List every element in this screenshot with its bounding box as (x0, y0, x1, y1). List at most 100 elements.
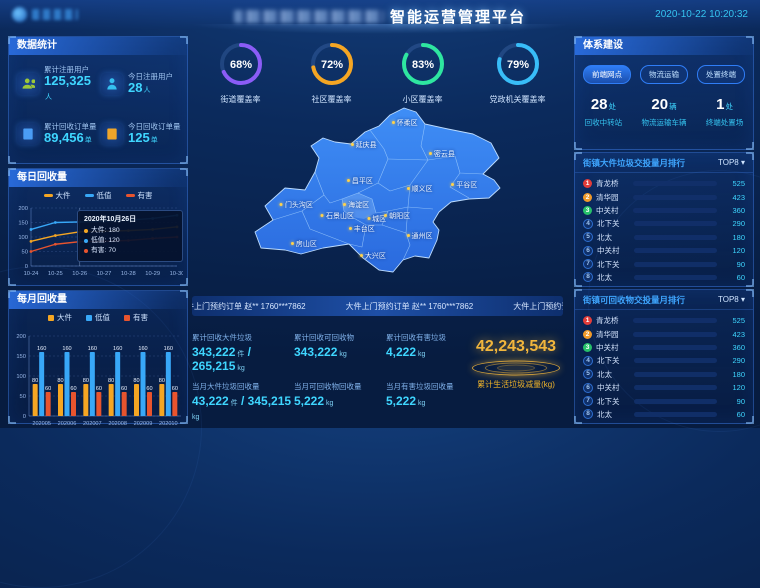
rank-row-2: 2清华园423 (583, 327, 745, 340)
recyclable-ranking-top-select[interactable]: TOP8 ▾ (718, 295, 745, 304)
summary-label: 累计回收大件垃圾 (192, 332, 294, 343)
svg-text:80: 80 (159, 378, 165, 384)
rank-bar-track (634, 412, 717, 417)
gauge-ring: 72% (308, 40, 356, 88)
district-label-延庆县[interactable]: 延庆县 (351, 140, 377, 150)
daily-chart-tooltip: 2020年10月26日大件: 180低值: 120有害: 70 (77, 210, 183, 262)
rank-name: 清华园 (596, 192, 629, 203)
district-dot (451, 183, 454, 186)
district-dot (384, 214, 387, 217)
rank-badge: 4 (583, 356, 593, 366)
rank-badge: 4 (583, 219, 593, 229)
svg-text:200: 200 (18, 206, 28, 212)
daily-recycle-title: 每日回收量 (9, 169, 187, 187)
rank-name: 北太 (597, 369, 630, 380)
daily-line-chart: 05010015020010-2410-2510-2610-2710-2810-… (11, 202, 185, 287)
district-label-朝阳区[interactable]: 朝阳区 (384, 211, 410, 221)
district-label-密云县[interactable]: 密云县 (429, 149, 455, 159)
rank-name: 北下关 (597, 396, 630, 407)
rank-row-8: 8北太60 (583, 271, 745, 284)
district-dot (347, 179, 350, 182)
legend-item-大件[interactable]: 大件 (44, 190, 71, 201)
system-stat-label: 回收中转站 (585, 117, 623, 128)
rank-value: 290 (721, 219, 745, 228)
legend-item-有害[interactable]: 有害 (126, 190, 153, 201)
rank-value: 60 (721, 273, 745, 282)
top-header: 智能运营管理平台 2020-10-22 10:20:32 (0, 0, 760, 30)
rank-bar-track (633, 345, 717, 350)
system-stat-1: 20辆物流运输车辆 (641, 96, 686, 128)
svg-text:60: 60 (70, 386, 76, 392)
rank-bar-track (634, 262, 717, 267)
district-label-平谷区[interactable]: 平谷区 (451, 180, 477, 190)
district-label-通州区[interactable]: 通州区 (407, 231, 433, 241)
summary-label: 当月可回收物回收量 (294, 381, 386, 392)
recyclable-ranking-panel: 街镇可回收物交投量月排行 TOP8 ▾ 1青龙桥5252清华园4233中关村36… (574, 289, 754, 424)
district-dot (321, 214, 324, 217)
legend-label: 低值 (95, 312, 110, 323)
district-label-昌平区[interactable]: 昌平区 (347, 176, 373, 186)
rank-bar-track (633, 195, 717, 200)
system-stat-label: 终端处置场 (706, 117, 744, 128)
summary-unit2: kg (235, 365, 244, 372)
summary-value2: 345,215 (248, 394, 291, 408)
legend-label: 大件 (56, 190, 71, 201)
rank-row-7: 7北下关90 (583, 394, 745, 407)
rank-badge: 8 (583, 272, 593, 282)
gauge-2: 83%小区覆盖率 (399, 40, 447, 105)
stat-card-3: 今日回收订单量125单 (101, 113, 181, 155)
summary-value: 5,222 kg (386, 394, 468, 408)
svg-text:10-25: 10-25 (48, 271, 63, 277)
svg-text:160: 160 (37, 346, 46, 352)
rank-badge: 1 (583, 179, 592, 188)
summary-sep: / (244, 345, 251, 359)
rank-row-8: 8北太60 (583, 408, 745, 421)
monthly-bar-chart: 0501001502008016060202005801606020200680… (11, 324, 185, 435)
svg-text:160: 160 (62, 346, 71, 352)
svg-text:202006: 202006 (58, 421, 77, 427)
rank-bar-track (633, 318, 717, 323)
legend-item-大件[interactable]: 大件 (48, 312, 72, 323)
district-name: 密云县 (434, 151, 455, 158)
system-tab-前端网点[interactable]: 前端网点 (583, 65, 631, 84)
svg-text:202009: 202009 (134, 421, 153, 427)
system-tab-物流运输[interactable]: 物流运输 (640, 65, 688, 84)
district-name: 昌平区 (352, 178, 373, 185)
system-tab-处置终端[interactable]: 处置终端 (697, 65, 745, 84)
svg-text:202008: 202008 (108, 421, 127, 427)
summary-sep: / (238, 394, 248, 408)
rank-badge: 6 (583, 383, 593, 393)
gauge-3: 79%党政机关覆盖率 (490, 40, 546, 105)
district-label-房山区[interactable]: 房山区 (291, 239, 317, 249)
district-label-顺义区[interactable]: 顺义区 (407, 184, 433, 194)
rank-row-3: 3中关村360 (583, 204, 745, 217)
legend-item-低值[interactable]: 低值 (85, 190, 112, 201)
svg-text:150: 150 (18, 221, 28, 227)
district-label-石景山区[interactable]: 石景山区 (321, 211, 354, 221)
bulky-ranking-title: 街镇大件垃圾交投量月排行 (583, 157, 685, 169)
legend-item-低值[interactable]: 低值 (86, 312, 110, 323)
monthly-recycle-title: 每月回收量 (9, 291, 187, 309)
bulky-ranking-top-select[interactable]: TOP8 ▾ (718, 158, 745, 167)
rank-row-3: 3中关村360 (583, 341, 745, 354)
summary-cell-0: 累计回收大件垃圾343,222 件 / 265,215 kg (192, 326, 294, 375)
legend-item-有害[interactable]: 有害 (124, 312, 148, 323)
district-label-大兴区[interactable]: 大兴区 (360, 251, 386, 261)
stat-unit: 单 (85, 137, 92, 144)
district-label-怀柔区[interactable]: 怀柔区 (392, 118, 418, 128)
district-dot (280, 203, 283, 206)
legend-marker (86, 315, 92, 321)
district-label-门头沟区[interactable]: 门头沟区 (280, 200, 313, 210)
district-label-丰台区[interactable]: 丰台区 (349, 224, 375, 234)
rank-row-1: 1青龙桥525 (583, 177, 745, 190)
gauge-ring: 83% (399, 40, 447, 88)
summary-cell-2: 累计回收有害垃圾4,222 kg (386, 326, 468, 375)
rank-name: 中关村 (597, 382, 630, 393)
user-icon (101, 73, 123, 95)
rank-row-4: 4北下关290 (583, 354, 745, 367)
rank-row-5: 5北太180 (583, 368, 745, 381)
rank-row-5: 5北太180 (583, 231, 745, 244)
district-label-海淀区[interactable]: 海淀区 (343, 200, 369, 210)
datetime-display: 2020-10-22 10:20:32 (655, 9, 748, 20)
district-name: 怀柔区 (397, 120, 418, 127)
